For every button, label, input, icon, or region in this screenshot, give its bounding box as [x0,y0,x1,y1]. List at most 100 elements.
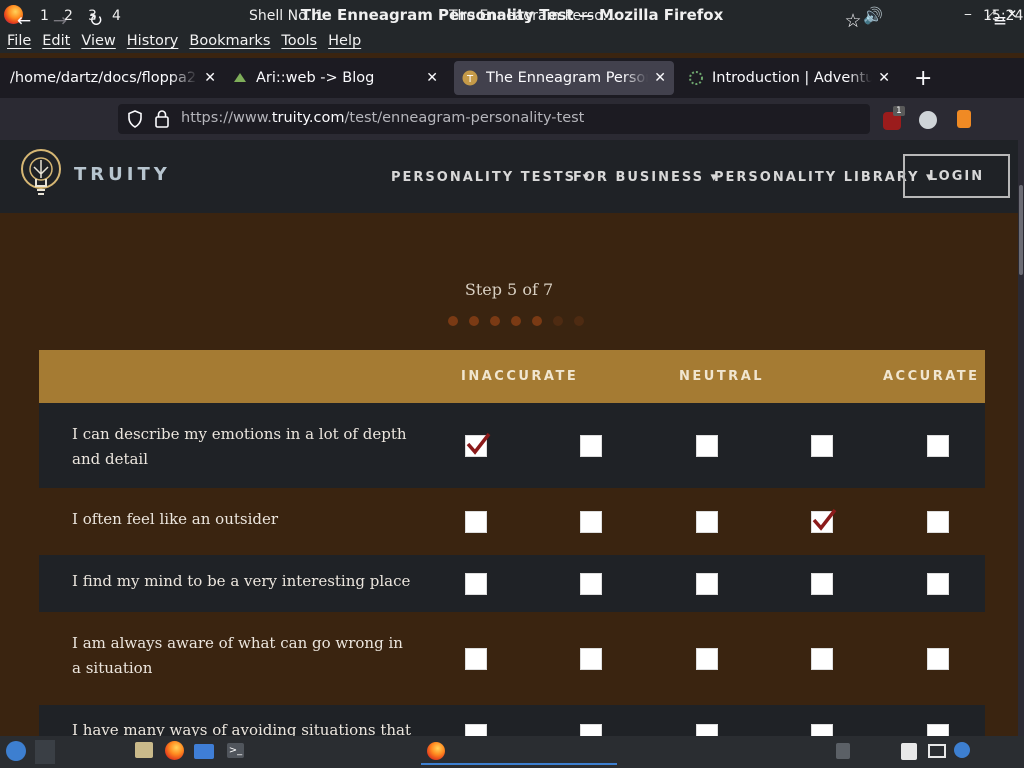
tab-label: Ari::web -> Blog [256,70,375,86]
menu-view[interactable]: View [81,33,115,49]
adventure-favicon-icon [689,71,703,85]
taskbar-firefox-label: The Enneagram Perso... [449,8,616,24]
new-tab-icon[interactable]: + [914,66,932,91]
answer-checkbox[interactable] [811,434,833,457]
answer-checkbox[interactable] [465,572,487,595]
menu-file[interactable]: File [7,33,31,49]
answer-checkbox[interactable] [811,647,833,670]
answer-checkbox[interactable] [927,572,949,595]
tab-enneagram[interactable]: T The Enneagram Personal ✕ [454,61,674,95]
step-dot [511,316,521,326]
answer-checkbox[interactable] [696,572,718,595]
step-dot [532,316,542,326]
url-text[interactable]: https://www.truity.com/test/enneagram-pe… [181,110,584,126]
tab-close-icon[interactable]: ✕ [654,70,666,86]
answer-checkbox[interactable] [811,572,833,595]
file-manager-icon[interactable] [135,742,153,758]
menu-bar: File Edit View History Bookmarks Tools H… [0,29,1024,53]
firefox-launcher-icon[interactable] [165,741,184,760]
shield-icon[interactable] [127,110,143,128]
answer-checkbox[interactable] [580,434,602,457]
question-text: I have many ways of avoiding situations … [72,721,412,736]
checkmark-icon [812,508,837,531]
nav-personality-library[interactable]: PERSONALITY LIBRARY ▾ [714,170,935,185]
tray-up-arrow-icon[interactable] [836,743,850,759]
truity-logo-text[interactable]: TRUITY [74,164,171,185]
nav-for-business[interactable]: FOR BUSINESS ▾ [573,170,719,185]
answer-checkbox[interactable] [927,510,949,533]
desktop-icon[interactable] [194,744,214,759]
question-text: I am always aware of what can go wrong i… [72,634,403,677]
answer-scale-header: INACCURATE NEUTRAL ACCURATE [39,350,985,403]
web-page: TRUITY PERSONALITY TESTS ▾ FOR BUSINESS … [0,140,1018,736]
clock: 15:24 [983,8,1024,24]
answer-checkbox[interactable] [465,510,487,533]
question-row: I find my mind to be a very interesting … [39,555,985,612]
answer-checkbox[interactable] [927,724,949,736]
workspace-2[interactable]: 2 [64,8,73,24]
answer-checkbox[interactable] [696,434,718,457]
menu-history[interactable]: History [127,33,179,49]
question-text: I often feel like an outsider [72,510,279,528]
tab-label: Introduction | Adventure [712,70,873,86]
answer-checkbox[interactable] [811,724,833,736]
answer-checkbox[interactable] [580,647,602,670]
answer-checkbox[interactable] [580,572,602,595]
scale-accurate: ACCURATE [883,369,980,384]
workspace-4[interactable]: 4 [112,8,121,24]
answer-checkbox[interactable] [811,508,837,533]
answer-checkbox[interactable] [465,432,491,457]
privacy-extension-icon[interactable] [919,111,937,129]
taskbar-shell-window[interactable]: Shell No. 1 [249,8,324,24]
answer-checkbox[interactable] [580,510,602,533]
page-scrollbar[interactable] [1018,140,1024,736]
terminal-icon: >_ [227,743,244,758]
scale-inaccurate: INACCURATE [461,369,579,384]
menu-bookmarks[interactable]: Bookmarks [189,33,270,49]
volume-icon[interactable]: 🔊 [863,6,883,25]
lock-icon[interactable] [154,109,170,128]
question-text: I find my mind to be a very interesting … [72,572,411,590]
step-indicator: Step 5 of 7 [464,280,554,299]
menu-edit[interactable]: Edit [42,33,70,49]
answer-checkbox[interactable] [696,647,718,670]
answer-checkbox[interactable] [465,647,487,670]
step-progress-dots [448,316,595,326]
tab-adventure[interactable]: Introduction | Adventure ✕ [680,61,898,95]
workspace-3[interactable]: 3 [88,8,97,24]
answer-checkbox[interactable] [696,724,718,736]
scrollbar-thumb[interactable] [1019,185,1023,275]
tab-close-icon[interactable]: ✕ [204,70,216,86]
update-icon[interactable] [954,742,970,758]
menu-tools[interactable]: Tools [281,33,317,49]
bookmark-star-icon[interactable]: ☆ [842,10,864,32]
login-button[interactable]: LOGIN [903,154,1010,198]
answer-checkbox[interactable] [580,724,602,736]
step-dot [574,316,584,326]
minimize-icon[interactable]: ‒ [960,6,976,22]
answer-checkbox[interactable] [927,434,949,457]
taskbar-active-window[interactable] [421,737,617,765]
site-header: TRUITY PERSONALITY TESTS ▾ FOR BUSINESS … [0,140,1018,213]
answer-checkbox[interactable] [465,724,487,736]
tab-close-icon[interactable]: ✕ [426,70,438,86]
tab-ariweb[interactable]: Ari::web -> Blog ✕ [224,61,446,95]
clipboard-icon[interactable] [901,743,917,760]
truity-bulb-logo-icon[interactable] [20,148,62,200]
start-menu-icon[interactable] [6,741,26,761]
tab-close-icon[interactable]: ✕ [878,70,890,86]
question-row: I am always aware of what can go wrong i… [39,612,985,705]
question-row: I can describe my emotions in a lot of d… [39,403,985,488]
extension-badge: 1 [893,106,905,116]
nav-personality-tests[interactable]: PERSONALITY TESTS ▾ [391,170,591,185]
network-icon[interactable] [928,744,946,758]
menu-help[interactable]: Help [328,33,361,49]
question-row: I often feel like an outsider [39,488,985,555]
workspace-1[interactable]: 1 [40,8,49,24]
scale-neutral: NEUTRAL [679,369,765,384]
answer-checkbox[interactable] [927,647,949,670]
tab-floppa[interactable]: /home/dartz/docs/floppa21.h ✕ [2,61,224,95]
back-icon[interactable]: ← [13,10,35,32]
extension-icon[interactable] [957,110,971,128]
answer-checkbox[interactable] [696,510,718,533]
